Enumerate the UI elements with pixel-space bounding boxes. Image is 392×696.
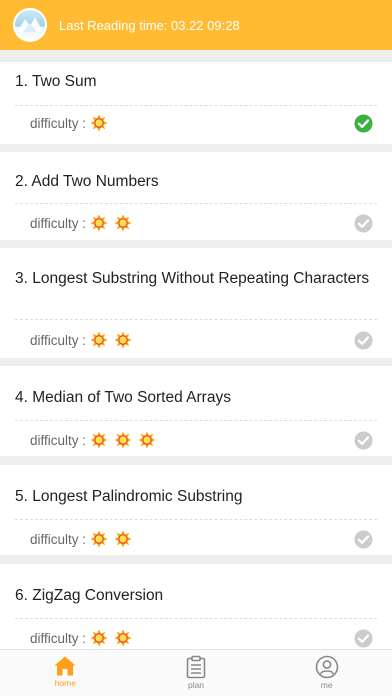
difficulty-row: difficulty : — [15, 209, 377, 237]
tab-plan-label: plan — [187, 680, 205, 690]
difficulty-stars — [90, 431, 162, 449]
problem-title[interactable]: 3. Longest Substring Without Repeating C… — [15, 269, 377, 288]
difficulty-star-icon — [90, 331, 108, 349]
difficulty-stars — [90, 331, 138, 349]
difficulty-label: difficulty : — [30, 432, 87, 448]
problem-card[interactable]: 2. Add Two Numbers difficulty : — [0, 152, 392, 240]
problem-card[interactable]: 5. Longest Palindromic Substring difficu… — [0, 465, 392, 555]
tab-home-label: home — [54, 678, 76, 688]
divider — [15, 519, 377, 520]
pending-check-icon — [354, 430, 373, 450]
pending-check-icon — [354, 213, 373, 233]
header-bar: Last Reading time: 03.22 09:28 — [0, 0, 392, 50]
last-reading-time: Last Reading time: 03.22 09:28 — [59, 17, 240, 33]
difficulty-star-icon — [114, 331, 132, 349]
difficulty-row: difficulty : — [15, 525, 377, 553]
difficulty-star-icon — [90, 214, 108, 232]
difficulty-stars — [90, 530, 138, 548]
difficulty-star-icon — [90, 431, 108, 449]
difficulty-label: difficulty : — [30, 115, 87, 131]
problem-title[interactable]: 6. ZigZag Conversion — [15, 586, 377, 605]
tab-home[interactable]: home — [0, 650, 131, 696]
difficulty-stars — [90, 629, 138, 647]
clipboard-icon — [186, 655, 206, 679]
problem-title[interactable]: 5. Longest Palindromic Substring — [15, 487, 377, 506]
tab-plan[interactable]: plan — [131, 650, 262, 696]
problem-title[interactable]: 1. Two Sum — [15, 72, 377, 91]
divider — [15, 105, 377, 106]
difficulty-row: difficulty : — [15, 624, 377, 652]
difficulty-star-icon — [114, 214, 132, 232]
tab-me-label: me — [320, 680, 333, 690]
difficulty-row: difficulty : — [15, 426, 377, 454]
difficulty-label: difficulty : — [30, 531, 87, 547]
user-icon — [315, 655, 338, 679]
problem-title[interactable]: 2. Add Two Numbers — [15, 172, 377, 191]
difficulty-star-icon — [90, 114, 108, 132]
difficulty-star-icon — [138, 431, 156, 449]
difficulty-stars — [90, 114, 114, 132]
pending-check-icon — [354, 628, 373, 648]
difficulty-star-icon — [114, 629, 132, 647]
divider — [15, 203, 377, 204]
problem-card[interactable]: 4. Median of Two Sorted Arrays difficult… — [0, 366, 392, 456]
divider — [15, 319, 377, 320]
avatar[interactable] — [13, 8, 47, 42]
difficulty-label: difficulty : — [30, 630, 87, 646]
difficulty-star-icon — [114, 530, 132, 548]
difficulty-star-icon — [114, 431, 132, 449]
divider — [15, 420, 377, 421]
difficulty-star-icon — [90, 629, 108, 647]
tab-me[interactable]: me — [261, 650, 392, 696]
tab-bar: home plan me — [0, 649, 392, 696]
problem-title[interactable]: 4. Median of Two Sorted Arrays — [15, 388, 377, 407]
difficulty-row: difficulty : — [15, 109, 377, 137]
mountain-icon — [17, 17, 43, 32]
completed-check-icon — [354, 113, 373, 133]
problem-card[interactable]: 3. Longest Substring Without Repeating C… — [0, 248, 392, 358]
difficulty-row: difficulty : — [15, 326, 377, 354]
difficulty-stars — [90, 214, 138, 232]
difficulty-star-icon — [90, 530, 108, 548]
problem-card[interactable]: 1. Two Sum difficulty : — [0, 62, 392, 144]
problem-card[interactable]: 6. ZigZag Conversion difficulty : — [0, 564, 392, 654]
difficulty-label: difficulty : — [30, 332, 87, 348]
pending-check-icon — [354, 330, 373, 350]
divider — [15, 618, 377, 619]
home-icon — [54, 656, 76, 676]
difficulty-label: difficulty : — [30, 215, 87, 231]
pending-check-icon — [354, 529, 373, 549]
